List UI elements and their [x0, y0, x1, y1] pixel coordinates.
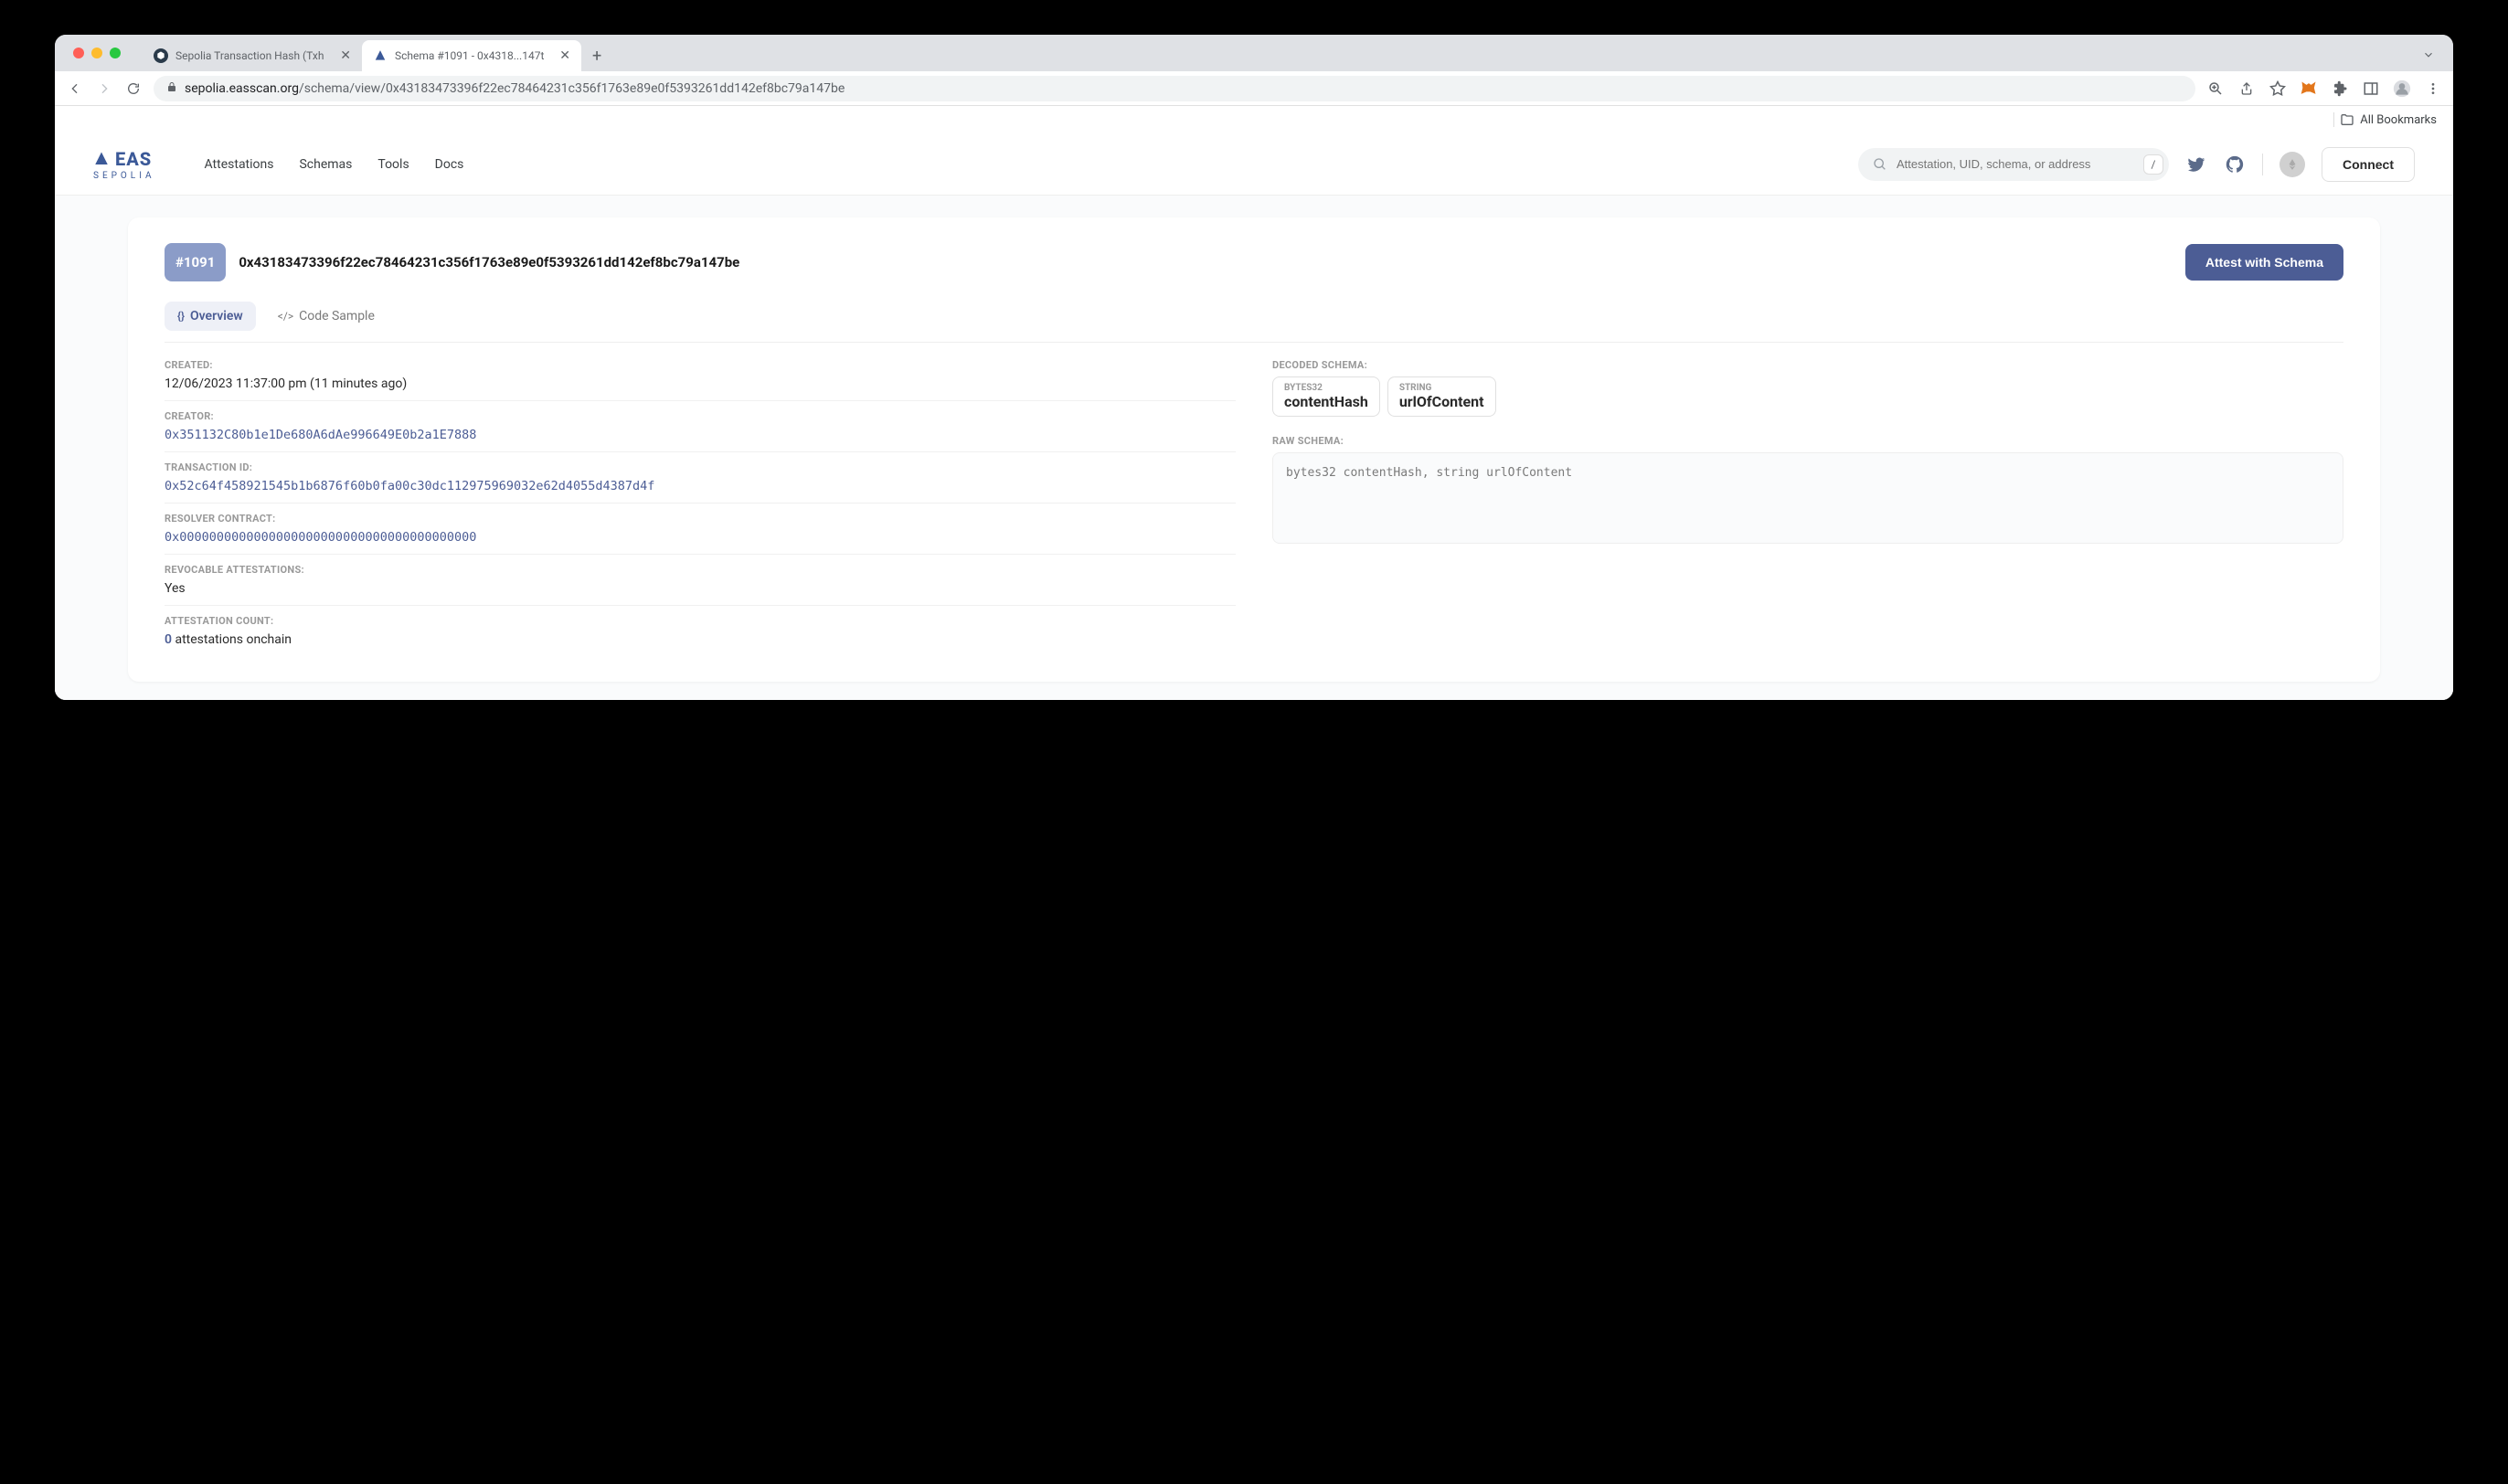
resolver-address[interactable]: 0x00000000000000000000000000000000000000…: [165, 530, 1236, 545]
raw-schema-label: RAW SCHEMA:: [1272, 435, 2343, 447]
attestation-count-text: attestations onchain: [172, 632, 292, 647]
tab-bar: ⬢ Sepolia Transaction Hash (Txh ✕ Schema…: [55, 35, 2453, 71]
logo-network: SEPOLIA: [93, 171, 155, 181]
browser-menu-icon[interactable]: [2424, 80, 2442, 98]
revocable-label: REVOCABLE ATTESTATIONS:: [165, 564, 1236, 576]
url-bar[interactable]: sepolia.easscan.org/schema/view/0x431834…: [154, 76, 2195, 101]
nav-links: Attestations Schemas Tools Docs: [205, 157, 464, 172]
created-value: 12/06/2023 11:37:00 pm (11 minutes ago): [165, 376, 1236, 391]
folder-icon: [2340, 112, 2354, 127]
slash-shortcut: /: [2143, 154, 2163, 175]
app-header: EAS SEPOLIA Attestations Schemas Tools D…: [55, 133, 2453, 196]
search-icon: [1873, 157, 1887, 172]
nav-attestations[interactable]: Attestations: [205, 157, 274, 172]
all-bookmarks-link[interactable]: All Bookmarks: [2360, 113, 2437, 127]
attestation-count-value: 0 attestations onchain: [165, 632, 1236, 647]
tab-code-sample[interactable]: </> Code Sample: [265, 302, 388, 331]
braces-icon: {}: [177, 310, 185, 323]
creator-label: CREATOR:: [165, 410, 1236, 422]
etherscan-favicon: ⬢: [154, 48, 168, 63]
creator-address[interactable]: 0x351132C80b1e1De680A6dAe996649E0b2a1E78…: [165, 428, 1236, 442]
network-icon[interactable]: [2280, 152, 2305, 177]
decoded-name: contentHash: [1284, 393, 1368, 410]
tab-title: Sepolia Transaction Hash (Txh: [175, 49, 333, 62]
metamask-extension-icon[interactable]: [2300, 80, 2318, 98]
eas-favicon: [373, 48, 388, 63]
address-bar: sepolia.easscan.org/schema/view/0x431834…: [55, 71, 2453, 106]
close-tab-icon[interactable]: ✕: [559, 48, 570, 63]
reload-button[interactable]: [124, 80, 143, 98]
back-button[interactable]: [66, 80, 84, 98]
schema-hash: 0x43183473396f22ec78464231c356f1763e89e0…: [239, 254, 739, 270]
twitter-icon[interactable]: [2185, 154, 2207, 175]
github-icon[interactable]: [2224, 154, 2246, 175]
tab-menu-chevron-icon[interactable]: [2422, 48, 2435, 65]
search-input[interactable]: [1897, 157, 2134, 171]
code-icon: </>: [278, 310, 293, 323]
maximize-window[interactable]: [110, 48, 121, 58]
resolver-label: RESOLVER CONTRACT:: [165, 513, 1236, 525]
nav-schemas[interactable]: Schemas: [299, 157, 352, 172]
raw-schema-box[interactable]: bytes32 contentHash, string urlOfContent: [1272, 452, 2343, 544]
nav-docs[interactable]: Docs: [435, 157, 464, 172]
browser-window: ⬢ Sepolia Transaction Hash (Txh ✕ Schema…: [55, 35, 2453, 700]
extensions-icon[interactable]: [2331, 80, 2349, 98]
logo-text: EAS: [115, 148, 152, 170]
transaction-label: TRANSACTION ID:: [165, 461, 1236, 473]
close-tab-icon[interactable]: ✕: [340, 48, 351, 63]
close-window[interactable]: [73, 48, 84, 58]
connect-button[interactable]: Connect: [2322, 147, 2415, 182]
attest-button[interactable]: Attest with Schema: [2185, 244, 2343, 281]
tab-overview-label: Overview: [190, 309, 243, 323]
nav-tools[interactable]: Tools: [377, 157, 409, 172]
decoded-name: urlOfContent: [1399, 393, 1484, 410]
url-path: /schema/view/0x43183473396f22ec78464231c…: [299, 81, 845, 96]
zoom-icon[interactable]: [2206, 80, 2225, 98]
transaction-hash[interactable]: 0x52c64f458921545b1b6876f60b0fa00c30dc11…: [165, 479, 1236, 493]
tab-code-sample-label: Code Sample: [299, 309, 375, 323]
attestation-count-num: 0: [165, 632, 172, 647]
profile-icon[interactable]: [2393, 80, 2411, 98]
tab-overview[interactable]: {} Overview: [165, 302, 256, 331]
decoded-field-2: STRING urlOfContent: [1387, 376, 1496, 417]
minimize-window[interactable]: [91, 48, 102, 58]
lock-icon: [166, 81, 177, 95]
decoded-field-1: BYTES32 contentHash: [1272, 376, 1380, 417]
forward-button[interactable]: [95, 80, 113, 98]
decoded-schema-label: DECODED SCHEMA:: [1272, 359, 2343, 371]
share-icon[interactable]: [2237, 80, 2256, 98]
schema-card: #1091 0x43183473396f22ec78464231c356f176…: [128, 217, 2380, 682]
created-label: CREATED:: [165, 359, 1236, 371]
browser-tab-2[interactable]: Schema #1091 - 0x4318...147t ✕: [362, 40, 581, 71]
schema-id-badge: #1091: [165, 243, 226, 281]
decoded-type: BYTES32: [1284, 383, 1368, 393]
logo-triangle-icon: [93, 151, 110, 167]
new-tab-button[interactable]: +: [585, 47, 609, 66]
divider: [2262, 154, 2263, 175]
revocable-value: Yes: [165, 581, 1236, 596]
bookmark-star-icon[interactable]: [2269, 80, 2287, 98]
attestation-count-label: ATTESTATION COUNT:: [165, 615, 1236, 627]
side-panel-icon[interactable]: [2362, 80, 2380, 98]
bookmarks-bar: All Bookmarks: [55, 106, 2453, 133]
tab-title: Schema #1091 - 0x4318...147t: [395, 49, 552, 62]
search-box[interactable]: /: [1858, 148, 2169, 181]
url-host: sepolia.easscan.org: [185, 81, 299, 96]
decoded-type: STRING: [1399, 383, 1484, 393]
logo[interactable]: EAS SEPOLIA: [93, 148, 155, 181]
window-controls: [62, 48, 132, 58]
browser-tab-1[interactable]: ⬢ Sepolia Transaction Hash (Txh ✕: [143, 40, 362, 71]
